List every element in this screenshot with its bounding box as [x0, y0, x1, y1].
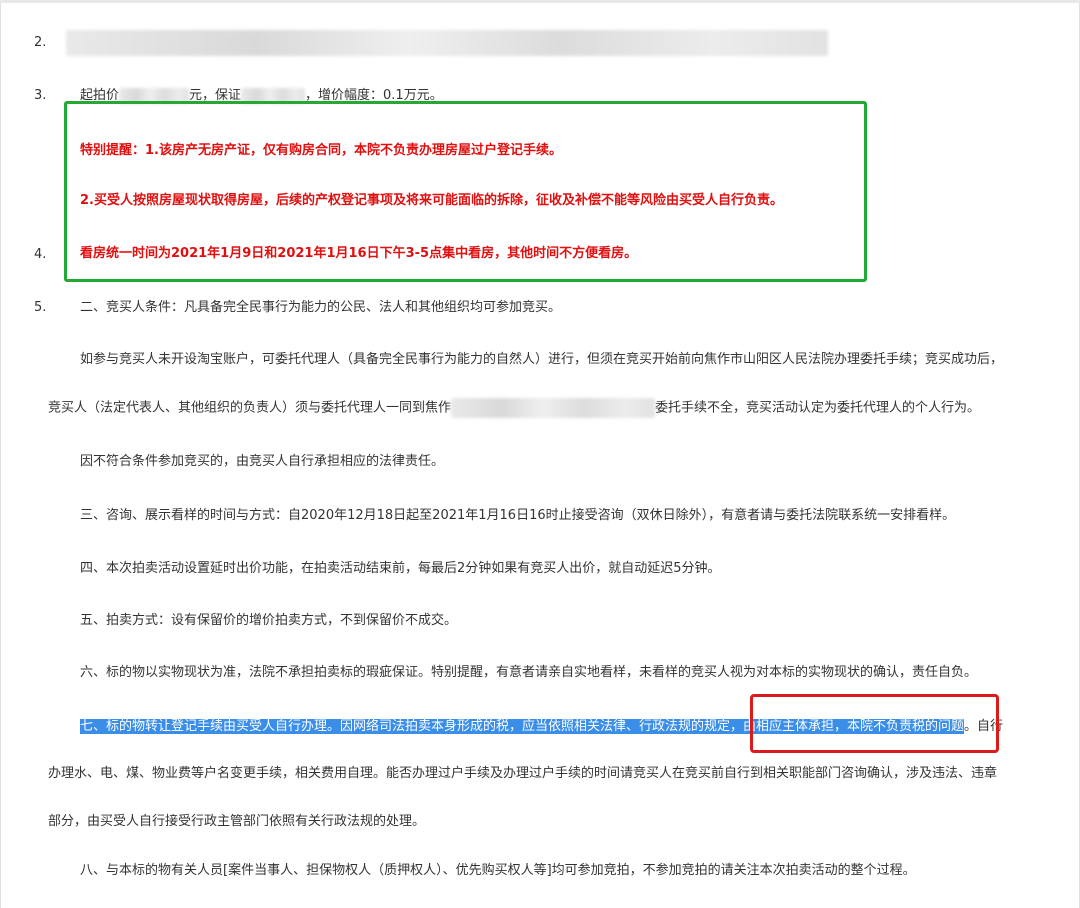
paragraph: 因不符合条件参加竞买的，由竞买人自行承担相应的法律责任。 [80, 454, 445, 469]
paragraph-part: 竞买人（法定代表人、其他组织的负责人）须与委托代理人一同到焦作 [48, 400, 452, 416]
redaction-blur [451, 398, 656, 418]
selection-prefix: 七、 [80, 719, 107, 734]
paragraph: 竞买人（法定代表人、其他组织的负责人）须与委托代理人一同到焦作 委托手续不全，竞买… [48, 398, 980, 418]
paragraph: 八、与本标的物有关人员[案件当事人、担保物权人（质押权人）、优先购买权人等]均可… [80, 863, 916, 878]
redaction-blur [66, 30, 828, 56]
red-annotation-box [750, 694, 999, 753]
redacted-line [66, 30, 828, 56]
paragraph: 办理水、电、煤、物业费等户名变更手续，相关费用自理。能否办理过户手续及办理过户手… [48, 766, 998, 781]
top-divider [0, 0, 1080, 3]
paragraph: 四、本次拍卖活动设置延时出价功能，在拍卖活动结束前，每最后2分钟如果有竞买人出价… [80, 561, 721, 576]
list-number: 2. [34, 35, 47, 50]
notice-line-1: 特别提醒：1.该房产无房产证，仅有购房合同，本院不负责办理房屋过户登记手续。 [80, 143, 562, 158]
paragraph-part: 委托手续不全，竞买活动认定为委托代理人的个人行为。 [655, 400, 981, 416]
notice-line-3: 看房统一时间为2021年1月9日和2021年1月16日下午3-5点集中看房，其他… [80, 246, 638, 261]
paragraph: 三、咨询、展示看样的时间与方式：自2020年12月18日起至2021年1月16日… [80, 508, 956, 523]
paragraph: 部分，由买受人自行接受行政主管部门依照有关行政法规的处理。 [48, 814, 426, 829]
paragraph: 六、标的物以实物现状为准，法院不承担拍卖标的瑕疵保证。特别提醒，有意者请亲自实地… [80, 665, 978, 680]
paragraph: 二、竞买人条件：凡具备完全民事行为能力的公民、法人和其他组织均可参加竞买。 [80, 300, 562, 315]
list-number: 3. [34, 88, 47, 103]
paragraph: 五、拍卖方式：设有保留价的增价拍卖方式，不到保留价不成交。 [80, 613, 458, 628]
paragraph: 如参与竞买人未开设淘宝账户，可委托代理人（具备完全民事行为能力的自然人）进行，但… [80, 352, 1004, 367]
list-number: 5. [34, 300, 47, 315]
list-number: 4. [34, 247, 47, 262]
notice-line-2: 2.买受人按照房屋现状取得房屋，后续的产权登记事项及将来可能面临的拆除，征收及补… [80, 193, 783, 208]
